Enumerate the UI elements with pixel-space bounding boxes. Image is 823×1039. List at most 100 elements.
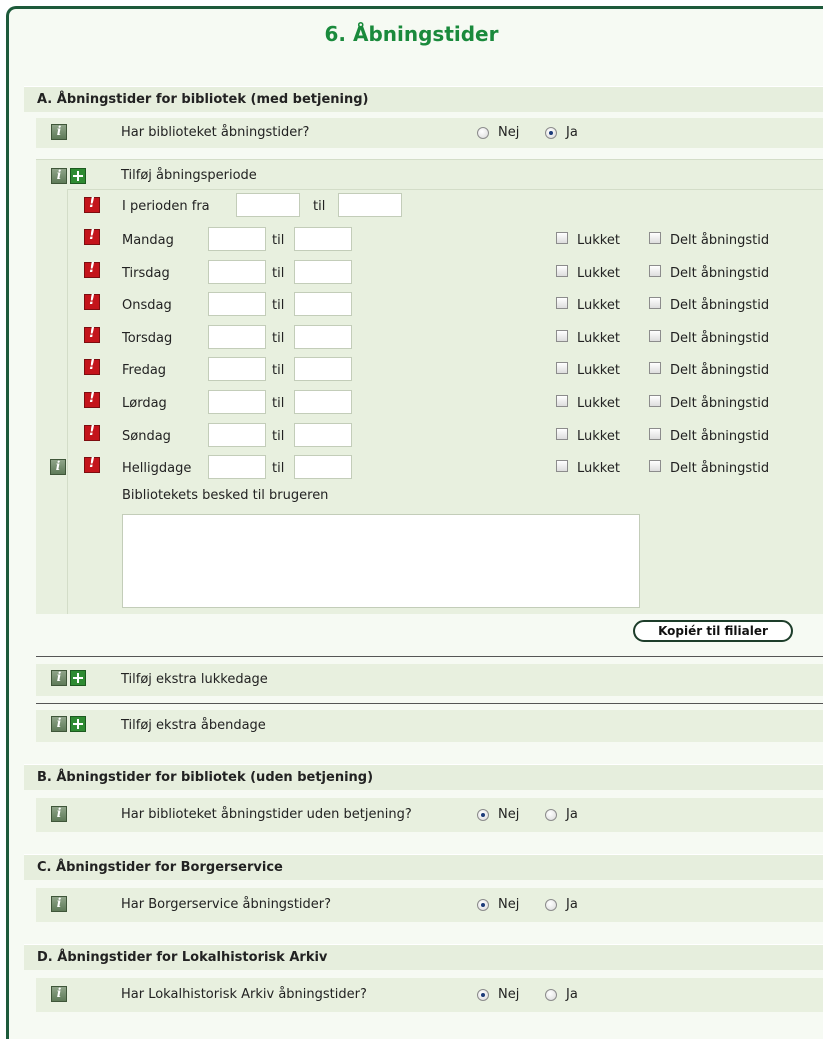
- exclamation-icon: [84, 261, 100, 278]
- section-c-header: C. Åbningstider for Borgerservice: [24, 854, 823, 880]
- section-b-radio-yes[interactable]: [545, 809, 557, 821]
- day-open-input[interactable]: [208, 260, 266, 284]
- period-from-input[interactable]: [236, 193, 300, 217]
- closed-checkbox[interactable]: [556, 232, 568, 244]
- day-label: Fredag: [122, 363, 167, 378]
- day-close-input[interactable]: [294, 292, 352, 316]
- closed-checkbox[interactable]: [556, 460, 568, 472]
- day-close-input[interactable]: [294, 390, 352, 414]
- info-icon[interactable]: [51, 670, 67, 686]
- closed-label: Lukket: [577, 233, 620, 248]
- split-hours-label: Delt åbningstid: [670, 266, 770, 281]
- section-d-radio-yes[interactable]: [545, 989, 557, 1001]
- closed-checkbox[interactable]: [556, 428, 568, 440]
- section-d-radio-no[interactable]: [477, 989, 489, 1001]
- split-hours-checkbox[interactable]: [649, 395, 661, 407]
- closed-checkbox[interactable]: [556, 265, 568, 277]
- section-a-header: A. Åbningstider for bibliotek (med betje…: [24, 86, 823, 112]
- split-hours-checkbox[interactable]: [649, 265, 661, 277]
- info-icon[interactable]: [50, 459, 66, 475]
- exclamation-icon: [84, 424, 100, 441]
- section-a-label-yes: Ja: [566, 125, 578, 140]
- day-open-input[interactable]: [208, 390, 266, 414]
- day-close-input[interactable]: [294, 325, 352, 349]
- exclamation-icon: [84, 391, 100, 408]
- exclamation-icon: [84, 326, 100, 343]
- exclamation-icon: [84, 456, 100, 473]
- closed-checkbox[interactable]: [556, 297, 568, 309]
- section-b-radio-no[interactable]: [477, 809, 489, 821]
- section-d-label-yes: Ja: [566, 987, 578, 1002]
- add-period-link[interactable]: Tilføj åbningsperiode: [121, 168, 257, 183]
- day-open-input[interactable]: [208, 292, 266, 316]
- closed-label: Lukket: [577, 363, 620, 378]
- info-icon[interactable]: [51, 716, 67, 732]
- plus-icon[interactable]: [70, 670, 86, 686]
- split-hours-checkbox[interactable]: [649, 232, 661, 244]
- split-hours-checkbox[interactable]: [649, 460, 661, 472]
- day-close-input[interactable]: [294, 357, 352, 381]
- copy-to-branches-button[interactable]: Kopiér til filialer: [633, 620, 793, 642]
- til-label: til: [272, 363, 285, 378]
- extra-closed-link[interactable]: Tilføj ekstra lukkedage: [121, 672, 268, 687]
- closed-label: Lukket: [577, 429, 620, 444]
- closed-checkbox[interactable]: [556, 362, 568, 374]
- exclamation-icon: [84, 228, 100, 245]
- til-label: til: [272, 266, 285, 281]
- closed-checkbox[interactable]: [556, 395, 568, 407]
- info-icon[interactable]: [51, 896, 67, 912]
- day-open-input[interactable]: [208, 325, 266, 349]
- period-to-label: til: [313, 199, 326, 214]
- day-close-input[interactable]: [294, 455, 352, 479]
- exclamation-icon: [84, 358, 100, 375]
- split-hours-checkbox[interactable]: [649, 428, 661, 440]
- plus-icon[interactable]: [70, 168, 86, 184]
- section-a-radio-yes[interactable]: [545, 127, 557, 139]
- split-hours-label: Delt åbningstid: [670, 233, 770, 248]
- info-icon[interactable]: [51, 986, 67, 1002]
- day-open-input[interactable]: [208, 227, 266, 251]
- split-hours-label: Delt åbningstid: [670, 363, 770, 378]
- period-to-input[interactable]: [338, 193, 402, 217]
- day-label: Mandag: [122, 233, 174, 248]
- til-label: til: [272, 461, 285, 476]
- day-close-input[interactable]: [294, 423, 352, 447]
- day-close-input[interactable]: [294, 260, 352, 284]
- plus-icon[interactable]: [70, 716, 86, 732]
- section-c-question: Har Borgerservice åbningstider?: [121, 897, 332, 912]
- extra-closed-row: Tilføj ekstra lukkedage: [36, 664, 823, 696]
- split-hours-checkbox[interactable]: [649, 297, 661, 309]
- section-c-radio-yes[interactable]: [545, 899, 557, 911]
- section-b-label-yes: Ja: [566, 807, 578, 822]
- split-hours-checkbox[interactable]: [649, 362, 661, 374]
- section-a-question-row: Har biblioteket åbningstider? Nej Ja: [36, 118, 823, 148]
- info-icon[interactable]: [51, 124, 67, 140]
- split-hours-checkbox[interactable]: [649, 330, 661, 342]
- info-icon[interactable]: [51, 168, 67, 184]
- extra-open-link[interactable]: Tilføj ekstra åbendage: [121, 718, 266, 733]
- info-icon[interactable]: [51, 806, 67, 822]
- section-a-radio-no[interactable]: [477, 127, 489, 139]
- day-close-input[interactable]: [294, 227, 352, 251]
- section-a-label-no: Nej: [498, 125, 520, 140]
- closed-label: Lukket: [577, 396, 620, 411]
- section-c-label-no: Nej: [498, 897, 520, 912]
- message-label: Bibliotekets besked til brugeren: [122, 488, 329, 503]
- day-label: Torsdag: [122, 331, 173, 346]
- section-d-question: Har Lokalhistorisk Arkiv åbningstider?: [121, 987, 367, 1002]
- day-open-input[interactable]: [208, 455, 266, 479]
- day-label: Onsdag: [122, 298, 172, 313]
- section-c-radio-no[interactable]: [477, 899, 489, 911]
- section-d-question-row: Har Lokalhistorisk Arkiv åbningstider? N…: [36, 978, 823, 1012]
- section-d-header: D. Åbningstider for Lokalhistorisk Arkiv: [24, 944, 823, 970]
- closed-label: Lukket: [577, 331, 620, 346]
- closed-label: Lukket: [577, 461, 620, 476]
- section-a-question: Har biblioteket åbningstider?: [121, 125, 310, 140]
- message-textarea[interactable]: [122, 514, 640, 608]
- day-open-input[interactable]: [208, 423, 266, 447]
- section-b-header: B. Åbningstider for bibliotek (uden betj…: [24, 764, 823, 790]
- split-hours-label: Delt åbningstid: [670, 461, 770, 476]
- closed-checkbox[interactable]: [556, 330, 568, 342]
- til-label: til: [272, 331, 285, 346]
- day-open-input[interactable]: [208, 357, 266, 381]
